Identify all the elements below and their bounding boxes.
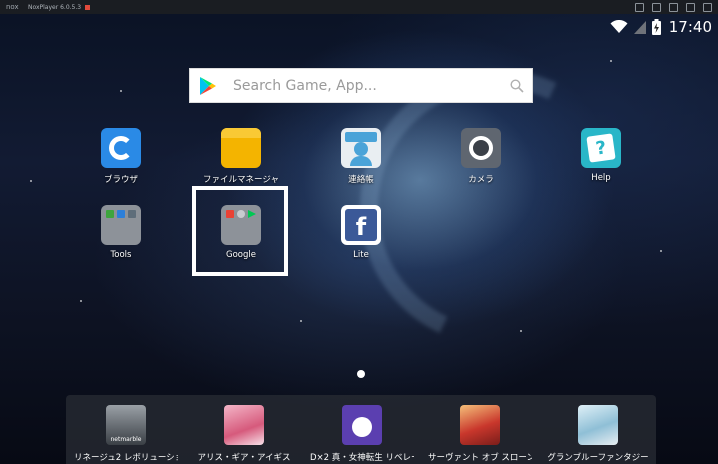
alice-gear-icon [224,405,264,445]
close-icon[interactable] [703,2,712,12]
page-indicator-dot[interactable] [357,370,365,378]
app-label: グランブルーファンタジー [547,453,649,463]
app-label: Help [591,173,611,183]
app-label: ファイルマネージャ [203,175,279,185]
clock: 17:40 [668,18,712,36]
star [80,300,82,302]
browser-icon [101,128,141,168]
window-controls [635,2,712,12]
star [300,320,302,322]
granblue-icon [578,405,618,445]
app-help[interactable]: ? Help [551,128,651,183]
star [610,60,612,62]
emulator-title-bar: nox NoxPlayer 6.0.5.3 [0,0,718,14]
window-title: NoxPlayer 6.0.5.3 [28,3,82,11]
android-status-bar: 17:40 [610,16,712,38]
dock-app-lineage2[interactable]: netmarble リネージュ2 レボリューション [74,405,178,463]
app-camera[interactable]: カメラ [431,128,531,185]
star [30,180,32,182]
app-label: D×2 真・女神転生 リベレーション [310,453,414,463]
dock-app-alice-gear[interactable]: アリス・ギア・アイギス [192,405,296,463]
minimize-icon[interactable] [669,2,678,12]
settings-icon[interactable] [635,2,644,12]
app-label: アリス・ギア・アイギス [197,453,291,463]
help-icon: ? [581,128,621,168]
star [520,330,522,332]
maximize-icon[interactable] [686,2,695,12]
servant-of-thrones-icon [460,405,500,445]
app-browser[interactable]: ブラウザ [71,128,171,185]
dx2-icon [342,405,382,445]
highlight-box [192,186,288,276]
app-label: Tools [110,250,132,260]
search-input[interactable] [231,76,510,95]
dock-app-dx2[interactable]: D×2 真・女神転生 リベレーション [310,405,414,463]
app-label: Lite [353,250,369,260]
app-label: サーヴァント オブ スローンズ [428,453,532,463]
contacts-icon [341,128,381,168]
nox-logo: nox [6,3,19,11]
folder-icon [221,128,261,168]
app-label: 連絡帳 [348,175,374,185]
app-facebook-lite[interactable]: f Lite [311,205,411,260]
app-label: ブラウザ [103,175,138,185]
battery-charging-icon [651,19,661,35]
star [120,90,122,92]
app-dock: netmarble リネージュ2 レボリューション アリス・ギア・アイギス D×… [66,395,656,464]
signal-icon [633,21,646,34]
facebook-lite-icon: f [341,205,381,245]
search-bar[interactable] [189,68,533,103]
wifi-icon [610,20,628,33]
star [660,250,662,252]
camera-icon [461,128,501,168]
search-icon[interactable] [510,78,524,93]
tools-folder-icon [101,205,141,245]
google-play-icon [200,76,216,95]
lineage2-icon: netmarble [106,405,146,445]
dock-app-servant-of-thrones[interactable]: サーヴァント オブ スローンズ [428,405,532,463]
update-badge-icon [85,4,91,10]
folder-tools[interactable]: Tools [71,205,171,260]
menu-icon[interactable] [652,2,661,12]
app-contacts[interactable]: 連絡帳 [311,128,411,185]
dock-app-granblue[interactable]: グランブルーファンタジー [546,405,650,463]
app-file-manager[interactable]: ファイルマネージャ [191,128,291,185]
app-label: カメラ [468,175,494,185]
app-label: リネージュ2 レボリューション [74,453,178,463]
